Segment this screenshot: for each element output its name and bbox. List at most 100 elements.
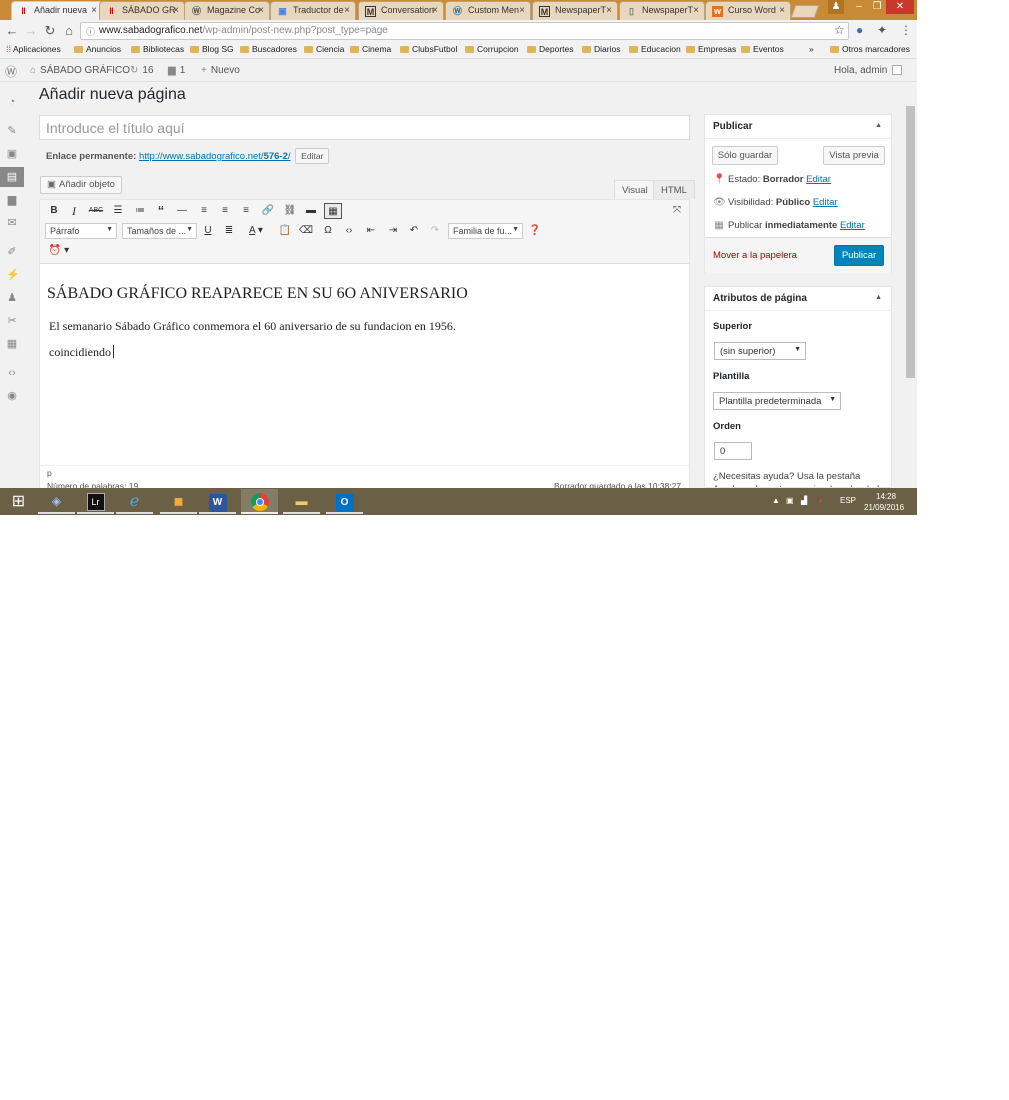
link-icon[interactable]: 🔗 xyxy=(260,203,276,219)
reload-icon[interactable]: ↻ xyxy=(42,23,58,39)
bookmarks-overflow-button[interactable]: » xyxy=(809,44,814,54)
lightroom-icon[interactable]: Lr xyxy=(77,489,114,514)
tab-newspaper-1[interactable]: M NewspaperT × xyxy=(532,1,618,20)
font-family-select[interactable]: Familia de fu... ▼ xyxy=(448,223,523,239)
settings-icon[interactable]: ▦ xyxy=(6,338,18,350)
clock-icon[interactable]: ⏰ ▾ xyxy=(46,243,72,259)
url-input[interactable]: ⓘ www.sabadografico.net/wp-admin/post-ne… xyxy=(80,22,849,40)
forward-icon[interactable]: → xyxy=(23,23,39,38)
close-icon[interactable]: × xyxy=(606,5,612,16)
media-icon[interactable]: ▣ xyxy=(6,148,18,160)
bullet-list-icon[interactable]: ☰ xyxy=(110,203,126,219)
bookmark-folder[interactable]: Educacion xyxy=(629,44,681,54)
move-to-trash-link[interactable]: Mover a la papelera xyxy=(713,250,797,261)
template-select[interactable]: Plantilla predeterminada ▼ xyxy=(713,392,841,410)
code-icon[interactable]: ‹› xyxy=(6,367,18,379)
close-icon[interactable]: × xyxy=(258,5,264,16)
tab-conversation[interactable]: M Conversation × xyxy=(358,1,444,20)
minimize-icon[interactable]: – xyxy=(850,0,868,14)
close-icon[interactable]: × xyxy=(519,5,525,16)
publish-button[interactable]: Publicar xyxy=(834,245,884,266)
windows-start-icon[interactable]: ⊞ xyxy=(0,489,37,514)
code-icon[interactable]: ‹› xyxy=(341,223,357,239)
bookmark-folder[interactable]: Diarios xyxy=(582,44,620,54)
bookmark-other[interactable]: Otros marcadores xyxy=(830,44,910,54)
save-draft-button[interactable]: Sólo guardar xyxy=(712,146,778,165)
bookmark-folder[interactable]: Eventos xyxy=(741,44,784,54)
bookmark-folder[interactable]: Empresas xyxy=(686,44,736,54)
preview-button[interactable]: Vista previa xyxy=(823,146,885,165)
tab-visual[interactable]: Visual xyxy=(614,180,656,199)
plugins-icon[interactable]: ⚡ xyxy=(6,269,20,281)
close-icon[interactable]: × xyxy=(779,5,785,16)
order-input[interactable]: 0 xyxy=(714,442,752,460)
publish-box-title[interactable]: Publicar ▲ xyxy=(705,115,891,139)
underline-icon[interactable]: U xyxy=(200,223,216,239)
bookmark-folder[interactable]: Buscadores xyxy=(240,44,297,54)
font-size-select[interactable]: Tamaños de ... ▼ xyxy=(122,223,197,239)
indent-icon[interactable]: ⇥ xyxy=(385,223,401,239)
updates-link[interactable]: ↻ 16 xyxy=(130,65,154,76)
align-right-icon[interactable]: ≡ xyxy=(238,203,254,219)
italic-icon[interactable]: I xyxy=(66,203,82,219)
bookmark-folder[interactable]: ClubsFutbol xyxy=(400,44,457,54)
close-icon[interactable]: × xyxy=(344,5,350,16)
bookmark-star-icon[interactable]: ☆ xyxy=(834,23,845,37)
parent-select[interactable]: (sin superior) ▼ xyxy=(714,342,806,360)
new-tab-button[interactable] xyxy=(790,5,820,18)
comments-icon[interactable]: ▆ xyxy=(6,194,18,206)
blockquote-icon[interactable]: “ xyxy=(153,203,169,219)
bookmark-apps[interactable]: ⁞⁞ Aplicaciones xyxy=(6,44,61,54)
redo-icon[interactable]: ↷ xyxy=(427,223,443,239)
close-icon[interactable]: × xyxy=(432,5,438,16)
bold-icon[interactable]: B xyxy=(46,203,62,219)
bookmark-folder[interactable]: Bibliotecas xyxy=(131,44,184,54)
menu-dots-icon[interactable]: ⋮ xyxy=(900,23,912,37)
justify-icon[interactable]: ≣ xyxy=(221,223,237,239)
page-attributes-title[interactable]: Atributos de página ▲ xyxy=(705,287,891,311)
posts-pin-icon[interactable]: ✎ xyxy=(6,125,18,137)
edit-visibility-link[interactable]: Editar xyxy=(813,197,838,208)
title-input[interactable]: Introduce el título aquí xyxy=(39,115,690,140)
unlink-icon[interactable]: ⛓ xyxy=(282,203,298,219)
collapse-arrow-icon[interactable]: ▲ xyxy=(875,122,882,129)
editor-content[interactable]: SÁBADO GRÁFICO REAPARECE EN SU 6O ANIVER… xyxy=(40,264,689,464)
home-icon[interactable]: ⌂ xyxy=(61,23,77,38)
tab-magazine[interactable]: Ⓦ Magazine Co × xyxy=(184,1,270,20)
bookmark-folder[interactable]: Anuncios xyxy=(74,44,121,54)
tab-sabado-grafico[interactable]: ‖ SÁBADO GR × xyxy=(99,1,185,20)
tray-app-icon[interactable]: ▣ xyxy=(786,496,794,505)
fullscreen-icon[interactable]: ⤧ xyxy=(669,203,685,219)
collapse-arrow-icon[interactable]: ▲ xyxy=(875,294,882,301)
profile-icon[interactable]: ♟ xyxy=(828,0,844,14)
help-icon[interactable]: ❓ xyxy=(527,223,543,239)
users-icon[interactable]: ♟ xyxy=(6,292,18,304)
close-icon[interactable]: × xyxy=(91,5,97,16)
outdent-icon[interactable]: ⇤ xyxy=(363,223,379,239)
permalink-link[interactable]: http://www.sabadografico.net/576-2/ xyxy=(139,151,291,162)
clear-formatting-icon[interactable]: ⌫ xyxy=(298,223,314,239)
page-scrollbar[interactable] xyxy=(904,82,917,488)
dashboard-icon[interactable]: ◔ xyxy=(6,96,18,108)
tab-newspaper-2[interactable]: ▯ NewspaperT × xyxy=(619,1,705,20)
align-left-icon[interactable]: ≡ xyxy=(196,203,212,219)
pages-icon[interactable]: ▤ xyxy=(0,167,24,187)
special-character-icon[interactable]: Ω xyxy=(320,223,336,239)
window-close-icon[interactable]: ✕ xyxy=(886,0,914,14)
wordpress-logo-icon[interactable]: Ⓦ xyxy=(5,63,17,80)
outlook-icon[interactable]: O xyxy=(326,489,363,514)
bookmark-folder[interactable]: Ciencia xyxy=(304,44,344,54)
tab-custom-menu[interactable]: Ⓦ Custom Men × xyxy=(445,1,531,20)
volume-icon[interactable]: ◖ xyxy=(818,496,823,505)
extension-2-icon[interactable]: ✦ xyxy=(877,23,887,37)
extension-icon[interactable]: ● xyxy=(856,23,863,37)
back-icon[interactable]: ← xyxy=(4,23,20,38)
comments-link[interactable]: ▆ 1 xyxy=(168,65,185,76)
read-more-icon[interactable]: ▬ xyxy=(303,203,319,219)
tray-chevron-icon[interactable]: ▲ xyxy=(772,496,780,505)
edit-schedule-link[interactable]: Editar xyxy=(840,220,865,231)
app-icon[interactable]: ◼ xyxy=(160,489,197,514)
collapse-menu-icon[interactable]: ◉ xyxy=(6,390,18,402)
internet-explorer-icon[interactable]: ℯ xyxy=(116,489,153,514)
undo-icon[interactable]: ↶ xyxy=(406,223,422,239)
